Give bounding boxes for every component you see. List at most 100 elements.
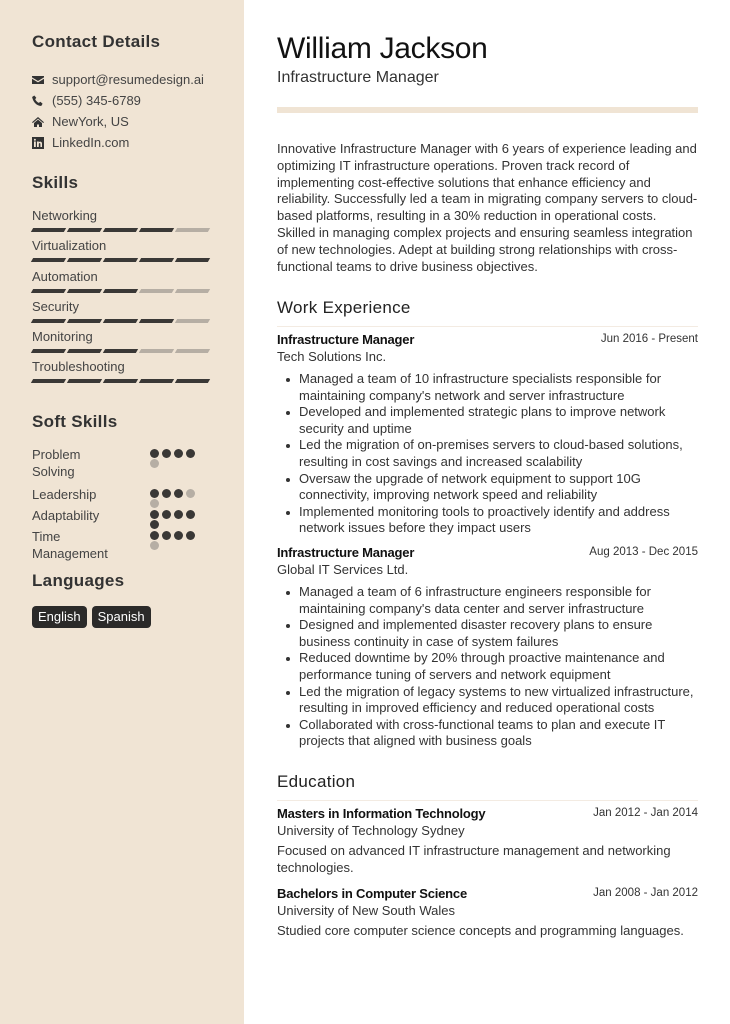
skill-segment-empty	[174, 228, 211, 232]
languages-heading: Languages	[32, 571, 125, 590]
education-entry: Bachelors in Computer Science Jan 2008 -…	[277, 886, 698, 940]
education-entry: Masters in Information Technology Jan 20…	[277, 806, 698, 877]
soft-skill-rating	[150, 531, 200, 550]
phone-icon	[32, 95, 52, 107]
skill-segment-filled	[66, 228, 103, 232]
skill-segment-empty	[174, 288, 211, 293]
rating-dot-empty	[186, 489, 195, 498]
language-badge: English	[32, 606, 87, 628]
contact-linkedin[interactable]: LinkedIn.com	[32, 132, 204, 153]
skill-name: Networking	[32, 208, 98, 223]
envelope-icon	[32, 74, 52, 86]
skills-heading: Skills	[32, 173, 79, 192]
skill-name: Virtualization	[32, 238, 107, 254]
skills-list: Networking Virtualization Automation Securi…	[30, 207, 212, 389]
rating-dot-filled	[150, 449, 159, 458]
soft-skills-heading: Soft Skills	[32, 412, 118, 431]
bullet-item: Oversaw the upgrade of network equipment…	[277, 471, 698, 504]
skill-segment-filled	[102, 318, 139, 323]
skill-segment-filled	[102, 379, 139, 384]
candidate-title: Infrastructure Manager	[277, 69, 439, 86]
skill-segment-empty	[138, 349, 175, 354]
bullet-item: Collaborated with cross-functional teams…	[277, 717, 698, 750]
skill-segment-empty	[174, 349, 211, 354]
work-experience-heading: Work Experience	[277, 298, 698, 327]
skill-level-bar	[30, 318, 212, 323]
rating-dot-filled	[162, 489, 171, 498]
skill-segment-filled	[174, 379, 211, 384]
skill-level-bar	[30, 349, 212, 354]
rating-dot-empty	[150, 541, 159, 550]
skill-segment-filled	[102, 288, 139, 293]
skill-segment-filled	[138, 318, 175, 323]
skill-segment-empty	[138, 288, 175, 293]
skill-segment-filled	[30, 288, 67, 293]
institution-name: University of Technology Sydney	[277, 823, 465, 838]
soft-skill-name: Adaptability	[32, 508, 100, 523]
skill-item: Monitoring	[30, 328, 212, 358]
email-text: support@resumedesign.ai	[52, 72, 204, 87]
soft-skill-item: Adaptability	[32, 507, 212, 529]
skill-segment-filled	[138, 379, 175, 384]
soft-skill-rating	[150, 510, 200, 529]
phone-text: (555) 345-6789	[52, 93, 141, 108]
bullet-item: Led the migration of on-premises servers…	[277, 437, 698, 470]
contact-heading: Contact Details	[32, 32, 161, 51]
skill-segment-filled	[102, 258, 139, 263]
job-date: Aug 2013 - Dec 2015	[589, 546, 698, 558]
soft-skill-item: Leadership	[32, 486, 212, 508]
rating-dot-filled	[174, 510, 183, 519]
skill-level-bar	[30, 379, 212, 384]
skill-item: Troubleshooting	[30, 358, 212, 388]
skill-segment-filled	[30, 228, 67, 232]
contact-phone[interactable]: (555) 345-6789	[32, 90, 204, 111]
skill-segment-filled	[102, 228, 139, 232]
bullet-item: Developed and implemented strategic plan…	[277, 404, 698, 437]
rating-dot-filled	[174, 489, 183, 498]
rating-dot-filled	[162, 510, 171, 519]
summary: Innovative Infrastructure Manager with 6…	[277, 141, 698, 274]
linkedin-icon	[32, 136, 52, 149]
languages-list: English Spanish	[32, 606, 151, 628]
contact-email[interactable]: support@resumedesign.ai	[32, 69, 204, 90]
language-badge: Spanish	[91, 606, 151, 628]
contact-list: support@resumedesign.ai (555) 345-6789 N…	[32, 69, 204, 153]
location-text: NewYork, US	[52, 114, 129, 129]
job-date: Jun 2016 - Present	[600, 333, 698, 345]
skill-segment-filled	[66, 349, 103, 354]
skill-level-bar	[30, 228, 212, 232]
soft-skill-name: Time Management	[32, 529, 108, 561]
company-name: Tech Solutions Inc.	[277, 349, 387, 364]
sidebar: Contact Details support@resumedesign.ai …	[0, 0, 244, 1024]
skill-item: Networking	[30, 207, 212, 237]
skill-segment-filled	[30, 379, 67, 384]
rating-dot-filled	[174, 449, 183, 458]
candidate-name: William Jackson	[277, 32, 488, 65]
rating-dot-filled	[150, 510, 159, 519]
skill-segment-filled	[30, 258, 67, 263]
soft-skill-item: Problem Solving	[32, 446, 212, 486]
degree-title: Bachelors in Computer Science	[277, 886, 467, 901]
skill-name: Monitoring	[32, 329, 93, 345]
bullet-item: Led the migration of legacy systems to n…	[277, 684, 698, 717]
home-icon	[32, 116, 52, 128]
skill-segment-filled	[138, 228, 175, 232]
skill-segment-filled	[66, 288, 103, 293]
rating-dot-filled	[150, 489, 159, 498]
bullet-item: Designed and implemented disaster recove…	[277, 617, 698, 650]
skill-item: Virtualization	[30, 237, 212, 267]
job-title: Infrastructure Manager	[277, 332, 415, 347]
bullet-item: Reduced downtime by 20% through proactiv…	[277, 650, 698, 683]
skill-segment-filled	[66, 379, 103, 384]
soft-skill-rating	[150, 489, 200, 508]
rating-dot-filled	[186, 510, 195, 519]
degree-date: Jan 2012 - Jan 2014	[593, 807, 698, 819]
soft-skills-list: Problem Solving Leadership Adaptability Tim…	[32, 446, 212, 568]
rating-dot-filled	[186, 531, 195, 540]
skill-segment-filled	[174, 258, 211, 263]
header-divider	[277, 107, 698, 113]
job-bullets: Managed a team of 10 infrastructure spec…	[277, 371, 698, 537]
work-entry: Infrastructure Manager Jun 2016 - Presen…	[277, 332, 698, 537]
bullet-item: Managed a team of 6 infrastructure engin…	[277, 584, 698, 617]
rating-dot-empty	[150, 459, 159, 468]
